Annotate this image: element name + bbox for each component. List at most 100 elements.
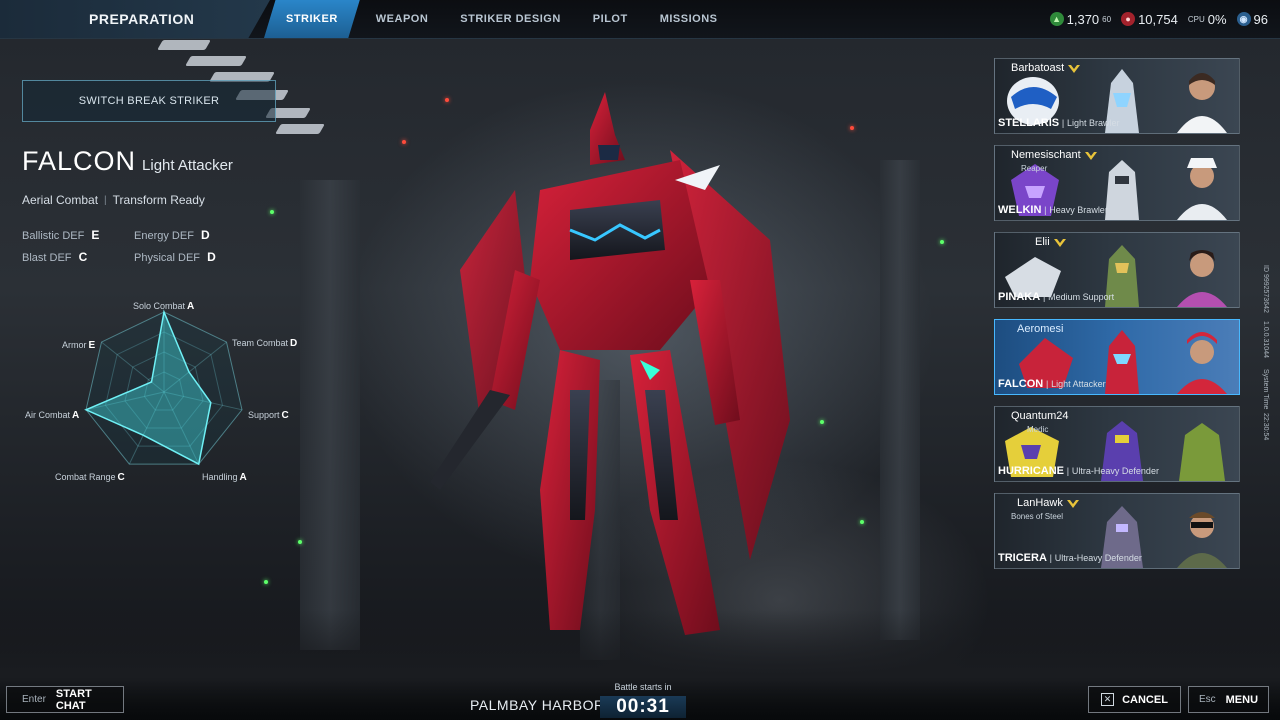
roster-card-selected[interactable]: Aeromesi FALCON | Light Attacker <box>994 319 1240 395</box>
rank-icon <box>1066 500 1079 508</box>
map-name: PALMBAY HARBOR <box>470 697 605 713</box>
countdown-caption: Battle starts in <box>614 682 672 692</box>
mech-class: Heavy Brawler <box>1049 205 1108 215</box>
mech-class: Ultra-Heavy Defender <box>1054 553 1142 563</box>
resource-bar: ▲ 1,370 60 ● 10,754 CPU 0% ◉ 96 <box>1049 0 1268 38</box>
axis-label: Support <box>248 410 280 420</box>
system-id: ID 9992573642 <box>1262 265 1269 313</box>
currency-a: ▲ 1,370 60 <box>1049 11 1112 27</box>
axis-grade: A <box>72 410 80 421</box>
pilot-portrait <box>1177 158 1227 220</box>
indicator-light <box>402 140 406 144</box>
menu-button[interactable]: Esc MENU <box>1188 686 1269 713</box>
countdown-value: 00:31 <box>600 696 686 718</box>
mech-line: FALCON | Light Attacker <box>998 378 1106 390</box>
roster-card[interactable]: Elii PINAKA | Medium Support <box>994 232 1240 308</box>
player-name: Barbatoast <box>1011 62 1081 74</box>
player-name: Aeromesi <box>1017 323 1063 335</box>
axis-label: Armor <box>62 340 87 350</box>
pilot-portrait <box>1177 73 1227 133</box>
roster-card[interactable]: LanHawk Bones of Steel TRICERA | Ultra-H… <box>994 493 1240 569</box>
section-title-label: PREPARATION <box>89 11 195 27</box>
roster-card[interactable]: Barbatoast STELLARIS | Light Brawler <box>994 58 1240 134</box>
indicator-light <box>860 520 864 524</box>
tab-striker[interactable]: STRIKER <box>264 0 360 38</box>
ceiling-light <box>275 124 325 134</box>
network-icon: ◉ <box>1236 12 1251 26</box>
mech-class-separator: | <box>1061 118 1065 128</box>
roster-card[interactable]: Nemesischant Reaper WELKIN | Heavy Brawl… <box>994 145 1240 221</box>
radar-axis-support: Support C <box>248 410 289 421</box>
hangar-pillar <box>880 160 920 640</box>
coin-icon: ● <box>1121 12 1136 26</box>
currency-a-value: 1,370 <box>1066 11 1100 27</box>
axis-label: Handling <box>202 472 238 482</box>
mech-line: PINAKA | Medium Support <box>998 291 1114 303</box>
chat-label: START CHAT <box>55 687 92 712</box>
mech-class-separator: | <box>1042 292 1046 302</box>
tab-bar: STRIKER WEAPON STRIKER DESIGN PILOT MISS… <box>264 0 733 38</box>
radar-axis-handling: Handling A <box>202 472 247 483</box>
player-title: Reaper <box>1021 164 1048 173</box>
indicator-light <box>820 420 824 424</box>
mech-class-separator: | <box>1066 466 1070 476</box>
ping-indicator: ◉ 96 <box>1236 12 1268 27</box>
axis-grade: C <box>117 472 125 483</box>
tab-weapon[interactable]: WEAPON <box>360 0 445 38</box>
cancel-button[interactable]: ✕ CANCEL <box>1088 686 1181 713</box>
axis-grade: A <box>187 301 195 312</box>
mech-name: PINAKA <box>998 291 1041 303</box>
system-time: 22:30:54 <box>1262 413 1269 441</box>
player-name: Nemesischant <box>1011 149 1097 161</box>
striker-heading: FALCON Light Attacker <box>22 146 233 177</box>
trait-separator: | <box>104 194 107 206</box>
ceiling-light <box>185 56 247 66</box>
switch-break-striker-button[interactable]: SWITCH BREAK STRIKER <box>22 80 276 122</box>
menu-label: MENU <box>1225 693 1259 706</box>
section-title: PREPARATION <box>0 0 270 38</box>
tab-pilot[interactable]: PILOT <box>577 0 644 38</box>
rank-icon <box>1053 239 1066 247</box>
striker-class: Light Attacker <box>142 157 233 174</box>
cancel-label: CANCEL <box>1122 693 1168 706</box>
axis-grade: D <box>290 338 298 349</box>
striker-traits: Aerial Combat | Transform Ready <box>22 193 205 207</box>
radar-axis-combat-range: Combat Range C <box>55 472 125 483</box>
currency-b-value: 10,754 <box>1138 11 1178 27</box>
top-bar: PREPARATION STRIKER WEAPON STRIKER DESIG… <box>0 0 1280 39</box>
defense-grade: D <box>200 228 210 242</box>
cpu-value: 0% <box>1207 11 1227 27</box>
pilot-portrait <box>1177 332 1227 394</box>
striker-portrait <box>1179 423 1225 481</box>
system-info: ID 9992573642 1.0.0.31044 System Time 22… <box>1262 265 1276 445</box>
performance-radar: Solo Combat A Team Combat D Support C Handl… <box>20 296 310 492</box>
rank-icon <box>1068 65 1081 73</box>
mech-class: Medium Support <box>1048 292 1115 302</box>
defense-blast: Blast DEF C <box>22 250 134 264</box>
defense-grade: E <box>91 228 100 242</box>
defense-label: Energy DEF <box>134 230 194 242</box>
tab-striker-design[interactable]: STRIKER DESIGN <box>444 0 577 38</box>
ceiling-light <box>157 40 211 50</box>
mech-line: HURRICANE | Ultra-Heavy Defender <box>998 465 1159 477</box>
menu-key-hint: Esc <box>1198 694 1216 705</box>
fps-label: 60 <box>1102 14 1112 24</box>
mech-class: Ultra-Heavy Defender <box>1071 466 1159 476</box>
radar-axis-armor: Armor E <box>62 340 95 351</box>
player-name-text: Elii <box>1035 236 1050 248</box>
rank-icon <box>1084 152 1097 160</box>
start-chat-button[interactable]: Enter START CHAT <box>6 686 124 713</box>
radar-axis-team-combat: Team Combat D <box>232 338 297 349</box>
defense-physical: Physical DEF D <box>134 250 234 264</box>
defense-grades: Ballistic DEF E Energy DEF D Blast DEF C… <box>22 228 222 264</box>
crystal-icon: ▲ <box>1049 12 1064 26</box>
radar-axis-air-combat: Air Combat A <box>25 410 79 421</box>
indicator-light <box>940 240 944 244</box>
player-name-text: Aeromesi <box>1017 323 1064 335</box>
roster-card[interactable]: Quantum24 Medic HURRICANE | Ultra-Heavy … <box>994 406 1240 482</box>
chat-key-hint: Enter <box>22 694 46 705</box>
player-title: Medic <box>1027 425 1049 434</box>
mech-name: HURRICANE <box>998 465 1064 477</box>
tab-missions[interactable]: MISSIONS <box>644 0 734 38</box>
defense-label: Ballistic DEF <box>22 230 85 242</box>
